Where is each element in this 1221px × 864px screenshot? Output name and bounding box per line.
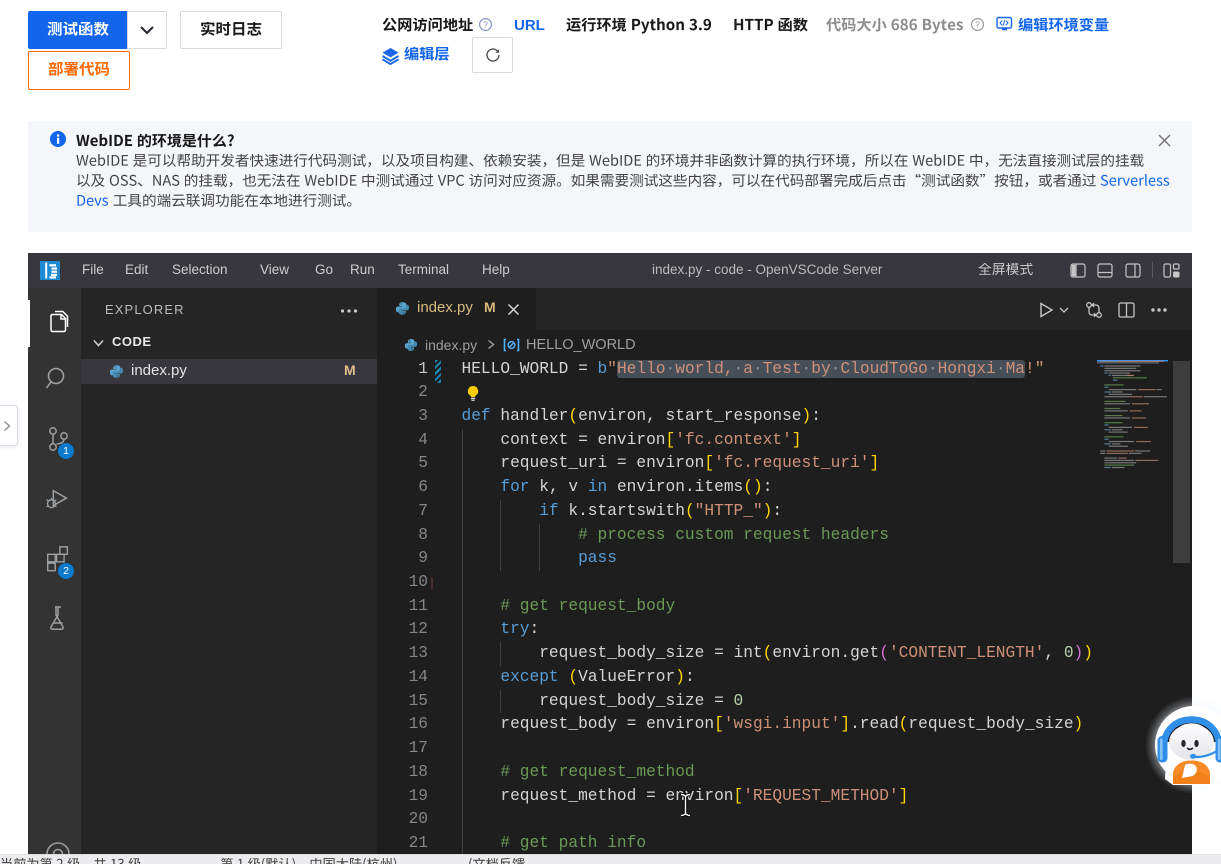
svg-text:?: ? (975, 19, 980, 29)
svg-text:?: ? (483, 19, 488, 29)
